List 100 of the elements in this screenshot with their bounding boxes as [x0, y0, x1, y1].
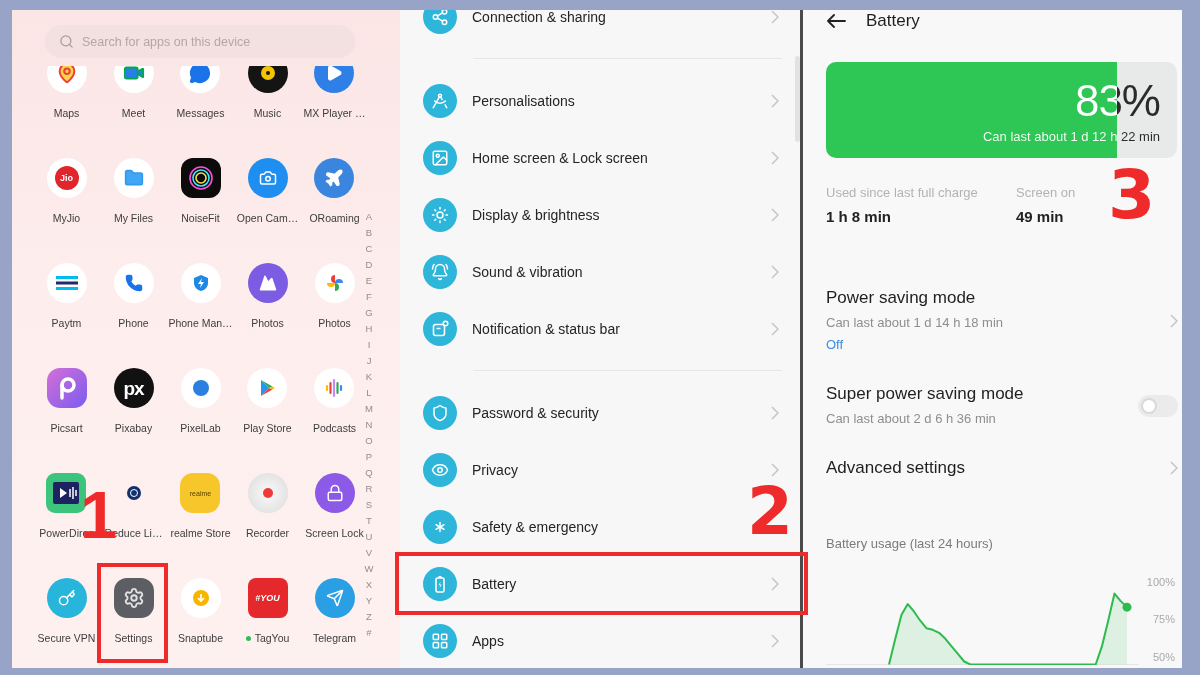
- app-shortcut[interactable]: Secure VPN: [37, 578, 96, 645]
- sun-icon: [423, 197, 457, 232]
- disc-icon: [180, 368, 221, 408]
- app-shortcut[interactable]: Recorder: [245, 473, 290, 540]
- settings-item[interactable]: Display & brightness: [400, 190, 795, 239]
- chevron-icon: [1170, 313, 1178, 328]
- y-tick-label: 100%: [1146, 575, 1175, 588]
- app-shortcut[interactable]: Music: [247, 66, 288, 120]
- app-shortcut[interactable]: Phone Man…: [168, 263, 233, 330]
- app-shortcut[interactable]: Phone: [113, 263, 154, 330]
- chevron-icon: [771, 264, 779, 279]
- stat-label: Screen on: [1016, 185, 1076, 201]
- option-title[interactable]: Power saving mode: [826, 288, 1004, 308]
- search-bar[interactable]: Search for apps on this device: [45, 25, 355, 58]
- chevron-icon: [771, 405, 779, 420]
- app-shortcut[interactable]: My Files: [113, 158, 154, 225]
- app-logo: px: [113, 368, 154, 408]
- chevron-icon: [771, 150, 779, 165]
- settings-item[interactable]: Connection & sharing: [400, 10, 795, 41]
- battery-estimate: Can last about 1 d 12 h 22 min: [982, 129, 1160, 145]
- step-number: 2: [747, 487, 793, 536]
- pinwheel-icon: [314, 263, 355, 303]
- step-number: 3: [1108, 170, 1156, 220]
- app-shortcut[interactable]: Messages: [176, 66, 225, 120]
- app-shortcut[interactable]: Meet: [113, 66, 154, 120]
- screen-title: Battery: [866, 11, 920, 31]
- app-shortcut[interactable]: Open Cam…: [236, 158, 299, 225]
- chevron-icon: [771, 10, 779, 24]
- option-subtitle: Can last about 1 d 14 h 18 min: [826, 315, 1004, 331]
- app-shortcut[interactable]: NoiseFit: [180, 158, 221, 225]
- search-field[interactable]: Search for apps on this device: [82, 31, 341, 52]
- settings-item[interactable]: Notification & status bar: [400, 304, 795, 353]
- settings-item[interactable]: Sound & vibration: [400, 247, 795, 296]
- paper-plane-icon: [314, 578, 355, 618]
- app-shortcut[interactable]: Screen Lock: [305, 473, 364, 540]
- sound-bars-icon: [314, 368, 355, 408]
- settings-item[interactable]: Password & security: [400, 388, 795, 437]
- app-shortcut[interactable]: Photos: [314, 263, 355, 330]
- app-shortcut[interactable]: #YOU TagYou: [245, 578, 290, 645]
- app-shortcut[interactable]: Podcasts: [312, 368, 357, 435]
- y-tick-label: 75%: [1152, 613, 1175, 626]
- toggle-switch[interactable]: [1138, 394, 1178, 417]
- settings-icon: [113, 578, 154, 618]
- grid-icon: [423, 623, 457, 658]
- phone-icon: [113, 263, 154, 303]
- ring-stem-icon: [46, 368, 87, 408]
- app-shortcut[interactable]: Settings: [113, 578, 154, 645]
- option-subtitle: Can last about 2 d 6 h 36 min: [826, 411, 997, 427]
- drafting-compass-icon: [423, 83, 457, 118]
- app-shortcut[interactable]: px Pixabay: [113, 368, 154, 435]
- option-status: Off: [826, 337, 845, 353]
- lock-icon: [314, 473, 355, 513]
- chevron-icon: [771, 321, 779, 336]
- app-shortcut[interactable]: PixelLab: [180, 368, 221, 435]
- chevron-icon: [771, 93, 779, 108]
- concentric-rings-icon: [180, 158, 221, 198]
- app-shortcut[interactable]: Maps: [46, 66, 87, 120]
- chevron-icon: [771, 207, 779, 222]
- stat-label: Used since last full charge: [826, 185, 979, 201]
- folder-icon: [113, 158, 154, 198]
- app-shortcut[interactable]: Photos: [247, 263, 288, 330]
- camera-icon: [247, 158, 288, 198]
- bell-icon: [423, 254, 457, 289]
- y-tick-label: 50%: [1152, 650, 1175, 663]
- app-shortcut[interactable]: ORoaming: [309, 158, 360, 225]
- asterisk-icon: [423, 509, 457, 544]
- app-shortcut[interactable]: Jio MyJio: [46, 158, 87, 225]
- option-title[interactable]: Advanced settings: [826, 458, 965, 478]
- back-arrow-icon[interactable]: [826, 14, 846, 28]
- app-shortcut[interactable]: Snaptube: [178, 578, 223, 645]
- app-shortcut[interactable]: Paytm: [46, 263, 87, 330]
- app-shortcut[interactable]: Picsart: [46, 368, 87, 435]
- chart-title: Battery usage (last 24 hours): [826, 536, 994, 552]
- shield-icon: [423, 395, 457, 430]
- option-title[interactable]: Super power saving mode: [826, 384, 1024, 404]
- image-icon: [423, 140, 457, 175]
- app-shortcut[interactable]: MX Player …: [303, 66, 366, 120]
- battery-icon: [423, 566, 457, 601]
- shield-bolt-icon: [180, 263, 221, 303]
- chevron-icon: [771, 462, 779, 477]
- stat-value: 1 h 8 min: [826, 208, 893, 226]
- settings-item[interactable]: Battery: [400, 559, 795, 608]
- key-icon: [46, 578, 87, 618]
- settings-item[interactable]: Personalisations: [400, 76, 795, 125]
- app-shortcut[interactable]: Play Store: [243, 368, 292, 435]
- search-icon: [59, 34, 74, 49]
- stat-value: 49 min: [1016, 208, 1065, 226]
- eye-icon: [423, 452, 457, 487]
- app-logo: Jio: [46, 158, 87, 198]
- mountain-icon: [247, 263, 288, 303]
- chevron-icon: [771, 576, 779, 591]
- settings-item[interactable]: Apps: [400, 616, 795, 665]
- airplane-icon: [314, 158, 355, 198]
- record-dot-icon: [247, 473, 288, 513]
- app-shortcut[interactable]: Telegram: [312, 578, 357, 645]
- chevron-icon: [1170, 461, 1178, 475]
- download-icon: [180, 578, 221, 618]
- settings-item[interactable]: Home screen & Lock screen: [400, 133, 795, 182]
- chevron-icon: [771, 633, 779, 648]
- stripes-icon: [46, 263, 87, 303]
